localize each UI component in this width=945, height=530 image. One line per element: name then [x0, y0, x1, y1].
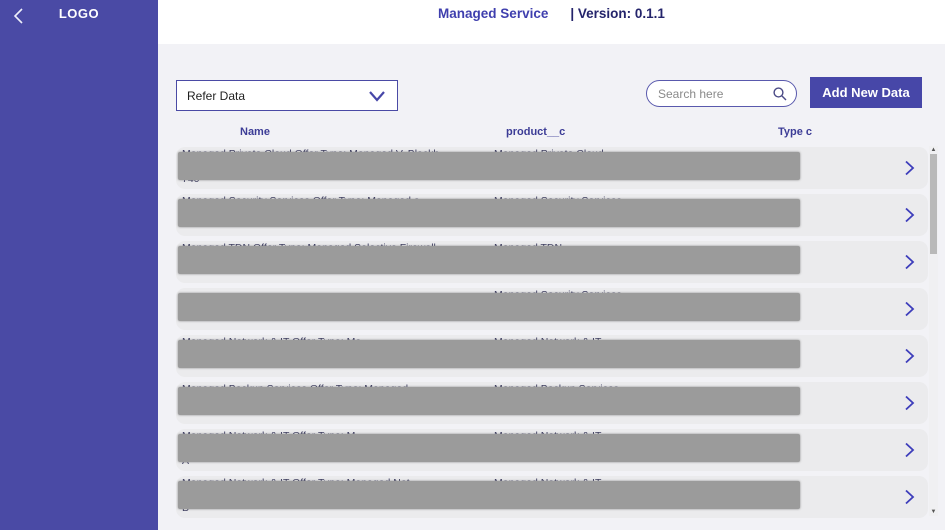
- table-body: Managed Private Cloud Offer Type: Manage…: [176, 147, 928, 523]
- table-row[interactable]: Managed Backup Services Offer Type: Mana…: [176, 382, 928, 424]
- table-row[interactable]: Managed Network & IT Offer Type: M Manag…: [176, 429, 928, 471]
- vertical-scrollbar[interactable]: ▲ ▼: [929, 146, 938, 516]
- column-header-name: Name: [240, 126, 270, 138]
- top-bar: Managed Service | Version: 0.1.1: [158, 0, 945, 44]
- logo: LOGO: [0, 6, 158, 21]
- main-content: Refer Data Add New Data Name product__c …: [158, 44, 945, 530]
- table-row[interactable]: Managed Network & IT Offer Type: Managed…: [176, 476, 928, 518]
- scrollbar-down-icon[interactable]: ▼: [929, 508, 938, 516]
- table-row[interactable]: Managed Security Services Offer Type: Ma…: [176, 194, 928, 236]
- chevron-right-icon[interactable]: [903, 301, 916, 318]
- table-header: Name product__c Type c: [176, 126, 928, 142]
- redaction-bar: [178, 387, 800, 415]
- chevron-right-icon[interactable]: [903, 395, 916, 412]
- scrollbar-track[interactable]: [929, 154, 938, 508]
- search-icon[interactable]: [772, 86, 788, 102]
- search-box: [646, 80, 797, 107]
- add-new-data-button[interactable]: Add New Data: [810, 77, 922, 108]
- column-header-type: Type c: [778, 126, 812, 138]
- table-row[interactable]: Managed Security Services: [176, 288, 928, 330]
- redaction-bar: [178, 199, 800, 227]
- chevron-right-icon[interactable]: [903, 442, 916, 459]
- scrollbar-thumb[interactable]: [930, 154, 937, 254]
- chevron-right-icon[interactable]: [903, 489, 916, 506]
- chevron-down-icon: [367, 89, 387, 103]
- column-header-product: product__c: [506, 126, 565, 138]
- redaction-bar: [178, 293, 800, 321]
- dropdown-selected-value: Refer Data: [187, 89, 367, 103]
- redaction-bar: [178, 434, 800, 462]
- sidebar: LOGO: [0, 0, 158, 530]
- chevron-right-icon[interactable]: [903, 348, 916, 365]
- redaction-bar: [178, 246, 800, 274]
- redaction-bar: [178, 340, 800, 368]
- chevron-right-icon[interactable]: [903, 207, 916, 224]
- table-row[interactable]: Managed Private Cloud Offer Type: Manage…: [176, 147, 928, 189]
- search-input[interactable]: [658, 87, 772, 101]
- table-row[interactable]: Managed TDN Offer Type: Managed Selectiv…: [176, 241, 928, 283]
- redaction-bar: [178, 152, 800, 180]
- refer-data-dropdown[interactable]: Refer Data: [176, 80, 398, 111]
- chevron-right-icon[interactable]: [903, 254, 916, 271]
- table-row[interactable]: Managed Network & IT Offer Type: Ma Mana…: [176, 335, 928, 377]
- chevron-right-icon[interactable]: [903, 160, 916, 177]
- scrollbar-up-icon[interactable]: ▲: [929, 146, 938, 154]
- page-title: Managed Service: [438, 6, 548, 21]
- version-label: | Version: 0.1.1: [570, 6, 665, 21]
- redaction-bar: [178, 481, 800, 509]
